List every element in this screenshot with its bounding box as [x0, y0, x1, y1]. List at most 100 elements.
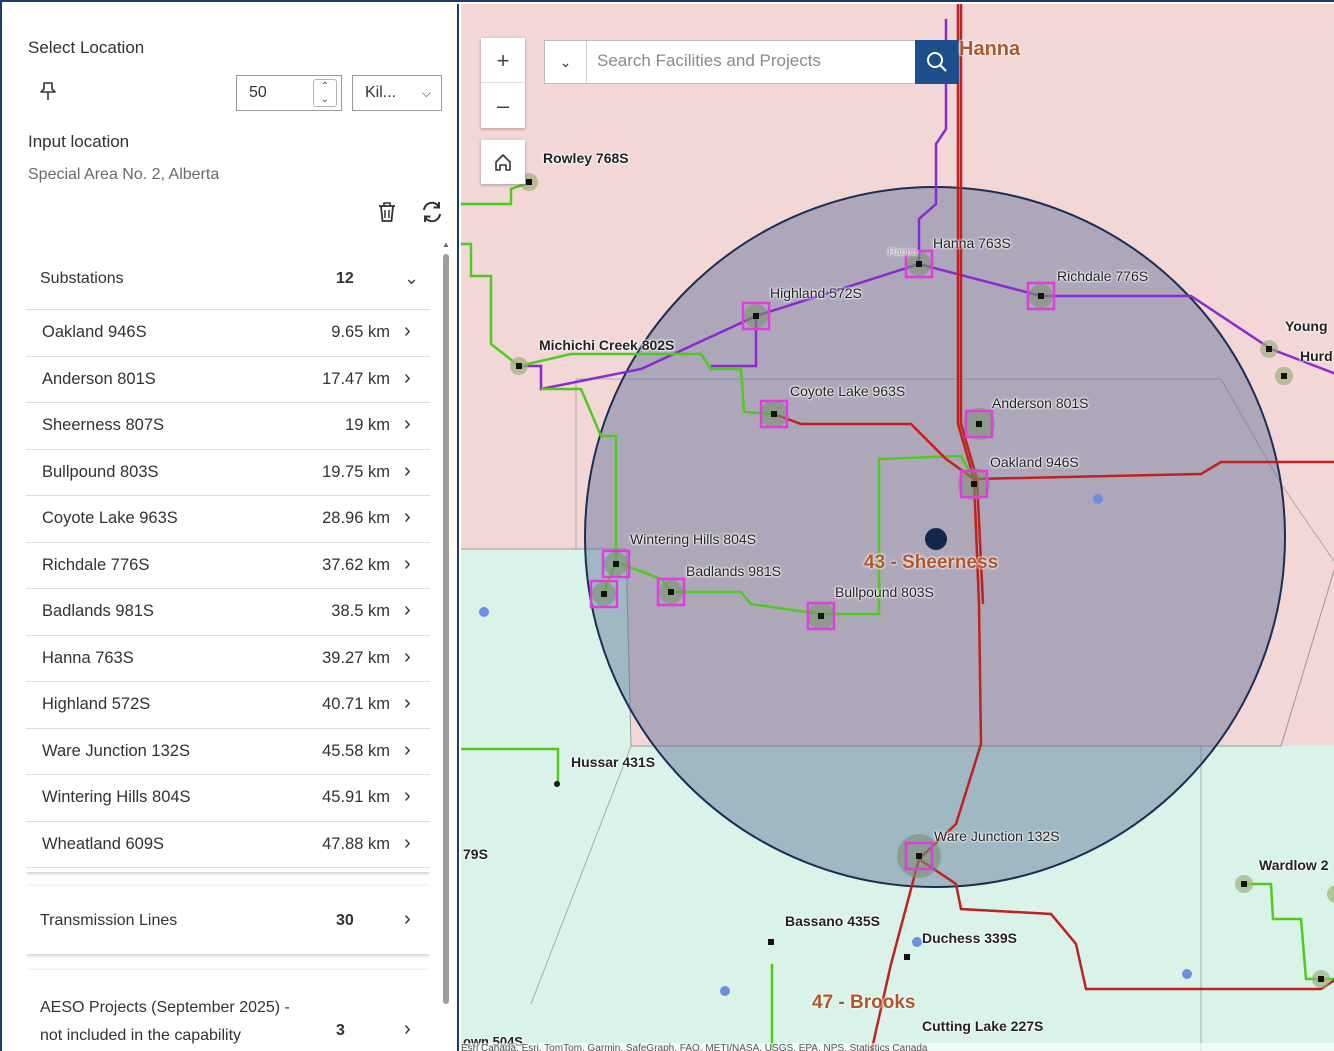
substation-row[interactable]: Anderson 801S 17.47 km › [26, 357, 430, 403]
substations-title: Substations [40, 270, 124, 287]
substations-card: Substations 12 ⌄ Oakland 946S 9.65 km › And… [26, 242, 430, 872]
map-label-richdale: Richdale 776S [1057, 268, 1149, 284]
unit-select[interactable]: Kil... ⌵ [352, 75, 442, 111]
map-label-michichi: Michichi Creek 802S [539, 337, 675, 353]
search-source-dropdown[interactable]: ⌄ [545, 41, 587, 83]
substation-distance: 19.75 km [322, 462, 390, 481]
transmission-count: 30 [336, 912, 354, 929]
substation-row[interactable]: Sheerness 807S 19 km › [26, 403, 430, 450]
map-label-hanna763: Hanna 763S [933, 235, 1011, 251]
chevron-right-icon[interactable]: › [404, 460, 411, 483]
projects-count: 3 [336, 1022, 345, 1039]
app-window: Select Location 50 ⌃ ⌄ Kil... ⌵ Input lo… [0, 0, 1334, 1051]
map-label-duchess: Duchess 339S [922, 930, 1017, 946]
substation-row[interactable]: Oakland 946S 9.65 km › [26, 310, 430, 357]
distance-input[interactable]: 50 ⌃ ⌄ [236, 75, 342, 111]
chevron-right-icon[interactable]: › [404, 739, 411, 762]
transmission-card[interactable]: Transmission Lines 30 › [26, 886, 430, 954]
search-icon [927, 52, 947, 72]
substation-distance: 9.65 km [331, 323, 390, 341]
pin-icon[interactable] [40, 81, 56, 101]
map-label-79s: 79S [463, 846, 488, 862]
side-panel: Select Location 50 ⌃ ⌄ Kil... ⌵ Input lo… [4, 4, 459, 1051]
substation-distance: 39.27 km [322, 648, 390, 667]
substation-distance: 37.62 km [322, 555, 390, 574]
transmission-title: Transmission Lines [40, 912, 178, 929]
chevron-right-icon[interactable]: › [404, 908, 411, 931]
substation-distance: 19 km [345, 416, 390, 434]
region-label-sheerness: 43 - Sheerness [864, 552, 999, 573]
region-label-hanna: Hanna [959, 38, 1021, 60]
projects-title: AESO Projects (September 2025) - not inc… [40, 999, 290, 1044]
map-label-ware: Ware Junction 132S [934, 828, 1060, 844]
substation-name: Bullpound 803S [42, 462, 159, 481]
substation-row[interactable]: Highland 572S 40.71 km › [26, 682, 430, 729]
substation-row[interactable]: Coyote Lake 963S 28.96 km › [26, 496, 430, 543]
chevron-down-icon[interactable]: ⌄ [404, 268, 419, 289]
substation-row[interactable]: Ware Junction 132S 45.58 km › [26, 729, 430, 775]
substations-header[interactable]: Substations 12 ⌄ [26, 242, 430, 310]
zoom-out-button[interactable]: – [481, 83, 525, 128]
substation-name: Oakland 946S [42, 323, 147, 341]
trash-icon[interactable] [373, 198, 401, 226]
zoom-controls: + – [481, 38, 525, 128]
map-label-hanna-small: Hanna [888, 247, 918, 258]
distance-value: 50 [249, 84, 267, 101]
substation-row[interactable]: Badlands 981S 38.5 km › [26, 589, 430, 636]
map-label-rowley: Rowley 768S [543, 150, 629, 166]
map-label-bassano: Bassano 435S [785, 913, 880, 929]
chevron-right-icon[interactable]: › [404, 367, 411, 390]
stepper-down-icon[interactable]: ⌄ [314, 93, 336, 106]
map-label-wardlow: Wardlow 2 [1259, 857, 1329, 873]
substations-count: 12 [336, 270, 354, 287]
chevron-right-icon[interactable]: › [404, 1018, 411, 1041]
region-label-brooks: 47 - Brooks [812, 992, 916, 1013]
search-button[interactable] [915, 40, 959, 84]
map-label-coyote: Coyote Lake 963S [790, 383, 906, 399]
home-icon [495, 154, 511, 171]
input-location-label: Input location [28, 132, 130, 151]
projects-card[interactable]: AESO Projects (September 2025) - not inc… [26, 970, 430, 1051]
refresh-icon[interactable] [418, 198, 446, 226]
substation-name: Ware Junction 132S [42, 741, 190, 760]
scrollbar-thumb[interactable] [443, 254, 449, 1004]
substation-distance: 47.88 km [322, 834, 390, 853]
chevron-right-icon[interactable]: › [404, 692, 411, 715]
stepper-up-icon[interactable]: ⌃ [314, 80, 336, 93]
substation-distance: 17.47 km [322, 369, 390, 388]
chevron-right-icon[interactable]: › [404, 553, 411, 576]
substation-row[interactable]: Hanna 763S 39.27 km › [26, 636, 430, 682]
input-location-marker[interactable] [925, 528, 947, 550]
substation-row[interactable]: Richdale 776S 37.62 km › [26, 543, 430, 589]
chevron-right-icon[interactable]: › [404, 506, 411, 529]
substation-distance: 40.71 km [322, 695, 390, 713]
substation-distance: 45.58 km [322, 741, 390, 760]
input-location-value: Special Area No. 2, Alberta [28, 166, 220, 183]
chevron-right-icon[interactable]: › [404, 599, 411, 622]
substations-rows: Oakland 946S 9.65 km › Anderson 801S 17.47 k… [26, 310, 430, 868]
map-label-young: Young [1285, 318, 1328, 334]
search-box[interactable]: ⌄ [544, 40, 916, 84]
chevron-right-icon[interactable]: › [404, 785, 411, 808]
zoom-in-button[interactable]: + [481, 38, 525, 83]
chevron-right-icon[interactable]: › [404, 646, 411, 669]
substation-row[interactable]: Bullpound 803S 19.75 km › [26, 450, 430, 496]
chevron-right-icon[interactable]: › [404, 320, 411, 343]
map-attribution: Esri Canada, Esri, TomTom, Garmin, SafeG… [461, 1043, 1334, 1051]
home-button[interactable] [481, 140, 525, 184]
scroll-up-icon[interactable]: ▲ [442, 240, 450, 249]
select-location-label: Select Location [28, 38, 145, 57]
substation-name: Coyote Lake 963S [42, 509, 178, 527]
map-label-bullpound: Bullpound 803S [835, 584, 934, 600]
substation-row[interactable]: Wintering Hills 804S 45.91 km › [26, 775, 430, 822]
distance-stepper[interactable]: ⌃ ⌄ [313, 79, 337, 107]
substation-distance: 28.96 km [322, 509, 390, 527]
substation-name: Hanna 763S [42, 648, 134, 667]
chevron-right-icon[interactable]: › [404, 832, 411, 855]
substation-row[interactable]: Wheatland 609S 47.88 km › [26, 822, 430, 868]
chevron-right-icon[interactable]: › [404, 413, 411, 436]
search-input[interactable] [597, 51, 907, 71]
substation-name: Wheatland 609S [42, 834, 165, 853]
substation-name: Highland 572S [42, 695, 151, 713]
substation-name: Badlands 981S [42, 602, 154, 620]
